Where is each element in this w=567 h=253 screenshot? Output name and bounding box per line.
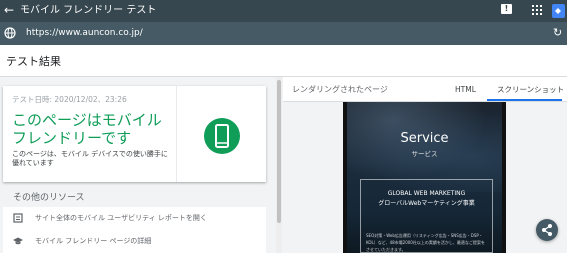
results-pane: テスト日時: 2020/12/02、23:26 このページはモバイル フレンドリ… [0,77,276,253]
scrollbar-thumb[interactable] [277,80,281,223]
resource-item-label: サイト全体のモバイル ユーザビリティ レポートを開く [35,214,207,222]
rendered-page-pane: レンダリングされたページ HTML スクリーンショット Service サービス… [283,77,567,253]
share-button[interactable] [536,219,558,241]
service-box-subtitle: グローバルWebマーケティング事業 [378,200,475,207]
resource-item-details[interactable]: モバイル フレンドリー ページの詳細 [3,230,266,253]
smartphone-icon [215,124,229,148]
url-bar: https://www.auncon.co.jp/ ↻ [0,22,567,45]
share-icon [542,224,552,236]
service-box-body: SEO対策・Web広告運用（リスティング広告・SNS広告・DSP・KOL）など、… [366,233,485,252]
url-text[interactable]: https://www.auncon.co.jp/ [26,28,143,39]
screenshot-subheading: サービス [411,150,438,158]
resource-item-label: モバイル フレンドリー ページの詳細 [35,237,152,245]
rendered-page-title: レンダリングされたページ [292,85,388,94]
left-pane-scrollbar[interactable] [276,77,282,253]
result-headline: このページはモバイル フレンドリーです [12,111,162,147]
back-arrow-icon[interactable]: ← [4,3,14,17]
resources-list: サイト全体のモバイル ユーザビリティ レポートを開く モバイル フレンドリー ペ… [3,207,266,253]
screenshot-service-box: GLOBAL WEB MARKETING グローバルWebマーケティング事業 S… [360,179,493,253]
app-title: モバイル フレンドリー テスト [20,5,157,16]
feedback-icon[interactable]: ! [501,4,512,14]
graduation-cap-icon [13,237,23,245]
refresh-icon[interactable]: ↻ [553,26,562,39]
resources-title: その他のリソース [13,193,85,203]
resource-item-report[interactable]: サイト全体のモバイル ユーザビリティ レポートを開く [3,207,266,230]
result-status-badge [204,118,240,154]
screenshot-image: Service サービス GLOBAL WEB MARKETING グローバルW… [347,102,502,253]
screenshot-phone-frame: Service サービス GLOBAL WEB MARKETING グローバルW… [343,102,506,253]
google-logo-icon[interactable] [549,1,567,21]
result-description: このページは、モバイル デバイスでの使い勝手に優れています [12,150,168,167]
report-icon [13,213,23,223]
tab-screenshot[interactable]: スクリーンショット [497,85,564,95]
result-card: テスト日時: 2020/12/02、23:26 このページはモバイル フレンドリ… [3,86,266,182]
results-title: テスト結果 [6,55,61,68]
app-bar: ← モバイル フレンドリー テスト ! [0,0,567,22]
service-box-title: GLOBAL WEB MARKETING [387,190,466,197]
tab-html[interactable]: HTML [455,85,476,95]
results-header: テスト結果 [0,45,567,77]
screenshot-heading: Service [400,131,449,146]
apps-grid-icon[interactable] [532,5,543,16]
card-divider [176,86,177,182]
globe-icon [4,27,16,39]
test-date: テスト日時: 2020/12/02、23:26 [12,95,127,104]
